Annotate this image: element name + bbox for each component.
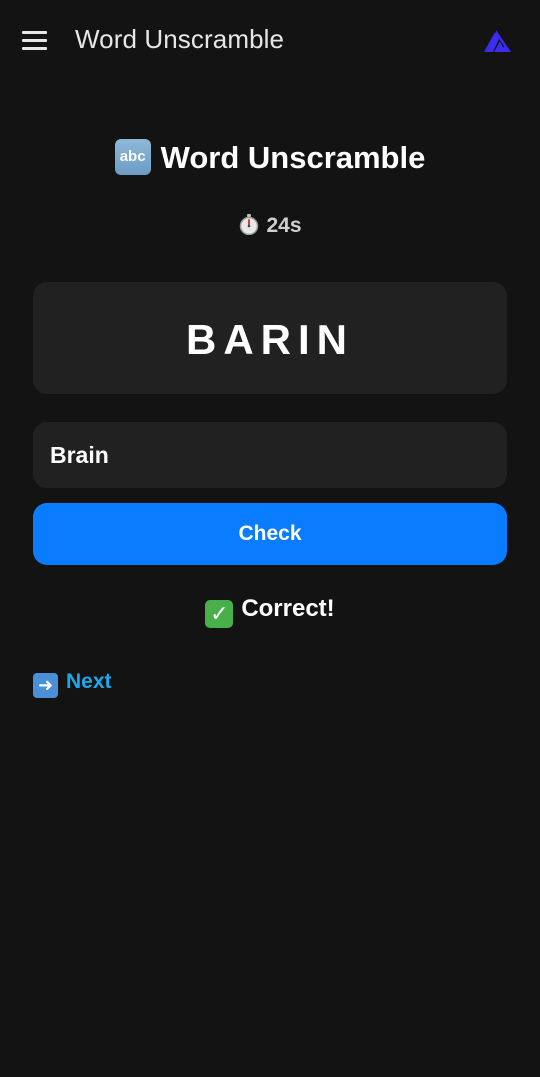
next-button[interactable]: ➜ Next	[33, 670, 112, 698]
hamburger-menu-icon[interactable]	[22, 31, 48, 51]
page-title: abc Word Unscramble	[0, 138, 540, 178]
timer-value: 24s	[266, 214, 302, 237]
next-label: Next	[66, 670, 112, 693]
stopwatch-icon	[240, 214, 259, 236]
timer: 24s	[0, 213, 540, 238]
app-logo-icon[interactable]	[482, 28, 512, 54]
answer-input[interactable]	[33, 422, 507, 488]
page-title-text: Word Unscramble	[160, 140, 426, 175]
scrambled-word: BARIN	[186, 316, 354, 363]
app-title: Word Unscramble	[75, 24, 285, 54]
check-mark-icon: ✓	[205, 600, 234, 628]
check-button[interactable]: Check	[33, 503, 507, 565]
scrambled-word-card: BARIN	[33, 282, 507, 394]
abc-icon: abc	[114, 138, 151, 175]
result-text: Correct!	[241, 595, 335, 622]
right-arrow-icon: ➜	[33, 673, 58, 698]
app-bar: Word Unscramble	[0, 0, 540, 82]
result-message: ✓ Correct!	[0, 595, 540, 628]
